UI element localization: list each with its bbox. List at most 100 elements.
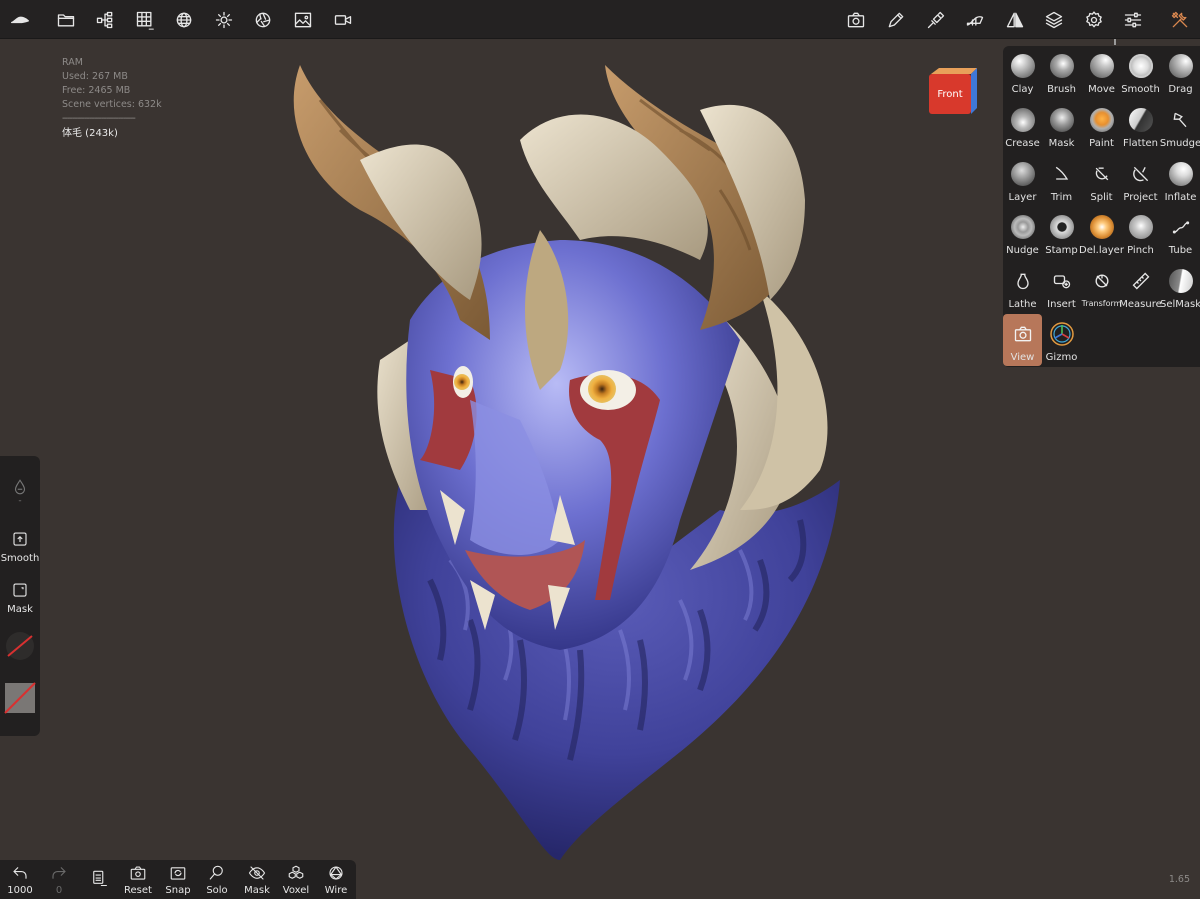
wire-button[interactable]: Wire	[316, 864, 356, 896]
aperture-icon[interactable]	[250, 7, 276, 33]
tool-stamp[interactable]: Stamp	[1042, 207, 1081, 259]
mask-button[interactable]: Mask	[0, 581, 40, 615]
smudge-icon	[1168, 107, 1194, 133]
lathe-icon	[1010, 268, 1036, 294]
redo-icon	[52, 867, 66, 879]
history-icon	[93, 870, 107, 886]
brush-icon	[1049, 53, 1075, 79]
color-swatch-circle[interactable]	[0, 630, 40, 662]
tool-measure[interactable]: Measure	[1119, 261, 1162, 313]
search-icon	[209, 865, 223, 880]
trim-icon	[1049, 161, 1075, 187]
material-swatch-square[interactable]	[0, 682, 40, 714]
folder-icon[interactable]	[53, 7, 79, 33]
stats-mesh-name[interactable]: 体毛 (243k)	[62, 127, 162, 141]
tool-nudge[interactable]: Nudge	[1003, 207, 1042, 259]
tool-move[interactable]: Move	[1082, 46, 1121, 98]
tool-smooth[interactable]: Smooth	[1121, 46, 1160, 98]
tool-transform[interactable]: Transform	[1082, 261, 1121, 313]
symmetry-icon[interactable]	[1002, 7, 1028, 33]
tool-crease[interactable]: Crease	[1003, 100, 1042, 152]
tool-paint[interactable]: Paint	[1082, 100, 1121, 152]
mask-visibility-button[interactable]: Mask	[237, 864, 277, 896]
tip-icon[interactable]	[962, 7, 988, 33]
gizmo-icon	[1049, 321, 1075, 347]
scene-tree-icon[interactable]	[92, 7, 118, 33]
drop-icon[interactable]: -	[0, 478, 40, 506]
ruler-icon	[1128, 268, 1154, 294]
flatten-icon	[1128, 107, 1154, 133]
mask-icon	[1049, 107, 1075, 133]
drop-value: -	[18, 496, 22, 506]
sun-icon[interactable]	[211, 7, 237, 33]
stamp-icon	[1049, 214, 1075, 240]
camera-icon[interactable]	[843, 7, 869, 33]
tool-layer[interactable]: Layer	[1003, 154, 1042, 206]
video-icon[interactable]	[330, 7, 356, 33]
top-toolbar	[0, 0, 1200, 39]
tool-selmask[interactable]: SelMask	[1160, 261, 1200, 313]
redo-button[interactable]: 0	[39, 864, 79, 896]
tool-trim[interactable]: Trim	[1042, 154, 1081, 206]
tool-smudge[interactable]: Smudge	[1160, 100, 1200, 152]
image-icon[interactable]	[290, 7, 316, 33]
snap-button[interactable]: Snap	[158, 864, 198, 896]
undo-button[interactable]: 1000	[0, 864, 40, 896]
stamp-icon[interactable]	[923, 7, 949, 33]
insert-icon	[1049, 268, 1075, 294]
pen-icon[interactable]	[883, 7, 909, 33]
tool-split[interactable]: Split	[1082, 154, 1121, 206]
tool-lathe[interactable]: Lathe	[1003, 261, 1042, 313]
layers-icon[interactable]	[1041, 7, 1067, 33]
tool-insert[interactable]: Insert	[1042, 261, 1081, 313]
settings-icon[interactable]	[1081, 7, 1107, 33]
reset-button[interactable]: Reset	[118, 864, 158, 896]
tool-gizmo[interactable]: Gizmo	[1042, 314, 1081, 366]
tool-drag[interactable]: Drag	[1161, 46, 1200, 98]
undo-icon	[13, 867, 27, 879]
logo-icon[interactable]	[7, 7, 33, 33]
pinch-icon	[1128, 214, 1154, 240]
tool-project[interactable]: Project	[1121, 154, 1160, 206]
view-cube-label: Front	[937, 89, 962, 100]
app-version: 1.65	[1168, 874, 1190, 885]
solo-button[interactable]: Solo	[197, 864, 237, 896]
paint-icon	[1089, 107, 1115, 133]
wireframe-icon	[329, 866, 343, 880]
left-iris	[454, 374, 470, 390]
tube-icon	[1168, 214, 1194, 240]
sphere-icon[interactable]	[171, 7, 197, 33]
drag-icon	[1168, 53, 1194, 79]
grid-icon[interactable]	[132, 7, 158, 33]
stats-free: Free: 2465 MB	[62, 85, 131, 96]
tool-view[interactable]: View	[1003, 314, 1042, 366]
stats-vertices: Scene vertices: 632k	[62, 99, 162, 110]
stats-separator: ------------------------------	[62, 113, 136, 124]
camera-icon	[1010, 321, 1036, 347]
tool-flatten[interactable]: Flatten	[1121, 100, 1160, 152]
tool-inflate[interactable]: Inflate	[1161, 154, 1200, 206]
selmask-icon	[1168, 268, 1194, 294]
split-icon	[1089, 161, 1115, 187]
tool-tube[interactable]: Tube	[1161, 207, 1200, 259]
snap-icon	[170, 867, 186, 880]
tools-icon[interactable]	[1167, 7, 1193, 33]
sliders-icon[interactable]	[1120, 7, 1146, 33]
tool-mask[interactable]: Mask	[1042, 100, 1081, 152]
transform-icon	[1089, 268, 1115, 294]
voxel-button[interactable]: Voxel	[276, 864, 316, 896]
view-cube[interactable]: Front	[927, 66, 979, 116]
tools-panel: Clay Brush Move Smooth Drag Crease Mask …	[1003, 46, 1200, 367]
tool-del-layer[interactable]: Del.layer	[1079, 207, 1124, 259]
voxel-icon	[288, 865, 304, 879]
clay-icon	[1010, 53, 1036, 79]
bottom-toolbar: 1000 0 Reset Snap Solo Mask Voxel Wire	[0, 860, 356, 899]
crown-left	[360, 144, 482, 300]
tool-clay[interactable]: Clay	[1003, 46, 1042, 98]
right-iris	[588, 375, 616, 403]
history-button[interactable]	[79, 869, 119, 887]
tool-pinch[interactable]: Pinch	[1121, 207, 1160, 259]
tool-brush[interactable]: Brush	[1042, 46, 1081, 98]
left-panel: - Smooth Mask	[0, 456, 40, 736]
smooth-button[interactable]: Smooth	[0, 530, 40, 564]
